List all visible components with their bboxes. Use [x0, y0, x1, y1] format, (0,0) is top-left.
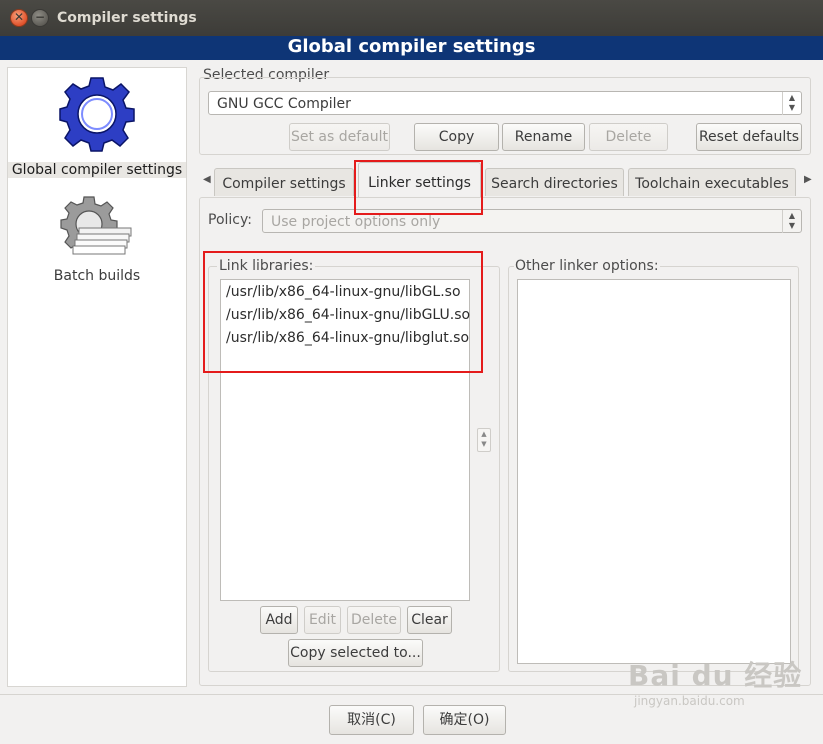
- window-title: Compiler settings: [57, 10, 197, 26]
- gear-icon: [59, 77, 135, 152]
- rename-button[interactable]: Rename: [502, 123, 585, 151]
- copy-button[interactable]: Copy: [414, 123, 499, 151]
- window-minimize-button[interactable]: −: [31, 9, 49, 27]
- sidebar-item-label: Global compiler settings: [8, 162, 186, 178]
- watermark-brand: Bai du 经验: [628, 659, 803, 692]
- policy-select[interactable]: Use project options only ▲ ▼: [262, 209, 802, 233]
- watermark-url: jingyan.baidu.com: [634, 694, 745, 708]
- compiler-select-value: GNU GCC Compiler: [217, 96, 351, 112]
- sidebar-item-global-compiler-settings[interactable]: Global compiler settings: [8, 74, 186, 178]
- spin-arrows-icon: ▲ ▼: [782, 210, 801, 233]
- tab-scroll-right-icon[interactable]: ▶: [804, 174, 812, 185]
- reset-defaults-button[interactable]: Reset defaults: [696, 123, 802, 151]
- other-linker-options-textarea[interactable]: [517, 279, 791, 664]
- compiler-settings-dialog: ✕ − Compiler settings Global compiler se…: [0, 0, 823, 744]
- sidebar-item-batch-builds[interactable]: Batch builds: [8, 194, 186, 284]
- clear-libraries-button[interactable]: Clear: [407, 606, 452, 634]
- close-icon: ✕: [13, 10, 25, 24]
- copy-selected-to-button[interactable]: Copy selected to...: [288, 639, 423, 667]
- highlight-box-link-libraries: [203, 251, 483, 373]
- minimize-icon: −: [34, 10, 46, 24]
- baidu-watermark: Bai du 经验 jingyan.baidu.com: [628, 654, 802, 708]
- ok-button[interactable]: 确定(O): [423, 705, 506, 735]
- policy-select-value: Use project options only: [271, 214, 441, 230]
- batch-gear-icon: [60, 196, 132, 255]
- page-header: Global compiler settings: [0, 36, 823, 60]
- spin-arrows-icon: ▲ ▼: [782, 92, 801, 115]
- add-library-button[interactable]: Add: [260, 606, 298, 634]
- highlight-box-linker-tab: [354, 160, 483, 215]
- cancel-button[interactable]: 取消(C): [329, 705, 414, 735]
- tab-toolchain-executables[interactable]: Toolchain executables: [628, 168, 796, 196]
- edit-library-button[interactable]: Edit: [304, 606, 341, 634]
- sidebar-item-label: Batch builds: [53, 268, 141, 284]
- policy-label: Policy:: [208, 212, 252, 228]
- tab-scroll-left-icon[interactable]: ◀: [203, 174, 211, 185]
- sidebar: Global compiler settings Batch builds: [7, 67, 187, 687]
- delete-library-button[interactable]: Delete: [347, 606, 401, 634]
- delete-compiler-button[interactable]: Delete: [589, 123, 668, 151]
- set-as-default-button[interactable]: Set as default: [289, 123, 390, 151]
- other-linker-options-label: Other linker options:: [514, 258, 660, 274]
- tab-search-directories[interactable]: Search directories: [485, 168, 624, 196]
- title-bar: ✕ − Compiler settings: [0, 0, 823, 36]
- tab-compiler-settings[interactable]: Compiler settings: [214, 168, 354, 196]
- window-close-button[interactable]: ✕: [10, 9, 28, 27]
- compiler-select[interactable]: GNU GCC Compiler ▲ ▼: [208, 91, 802, 115]
- splitter-handle[interactable]: ▲ ▼: [477, 428, 491, 452]
